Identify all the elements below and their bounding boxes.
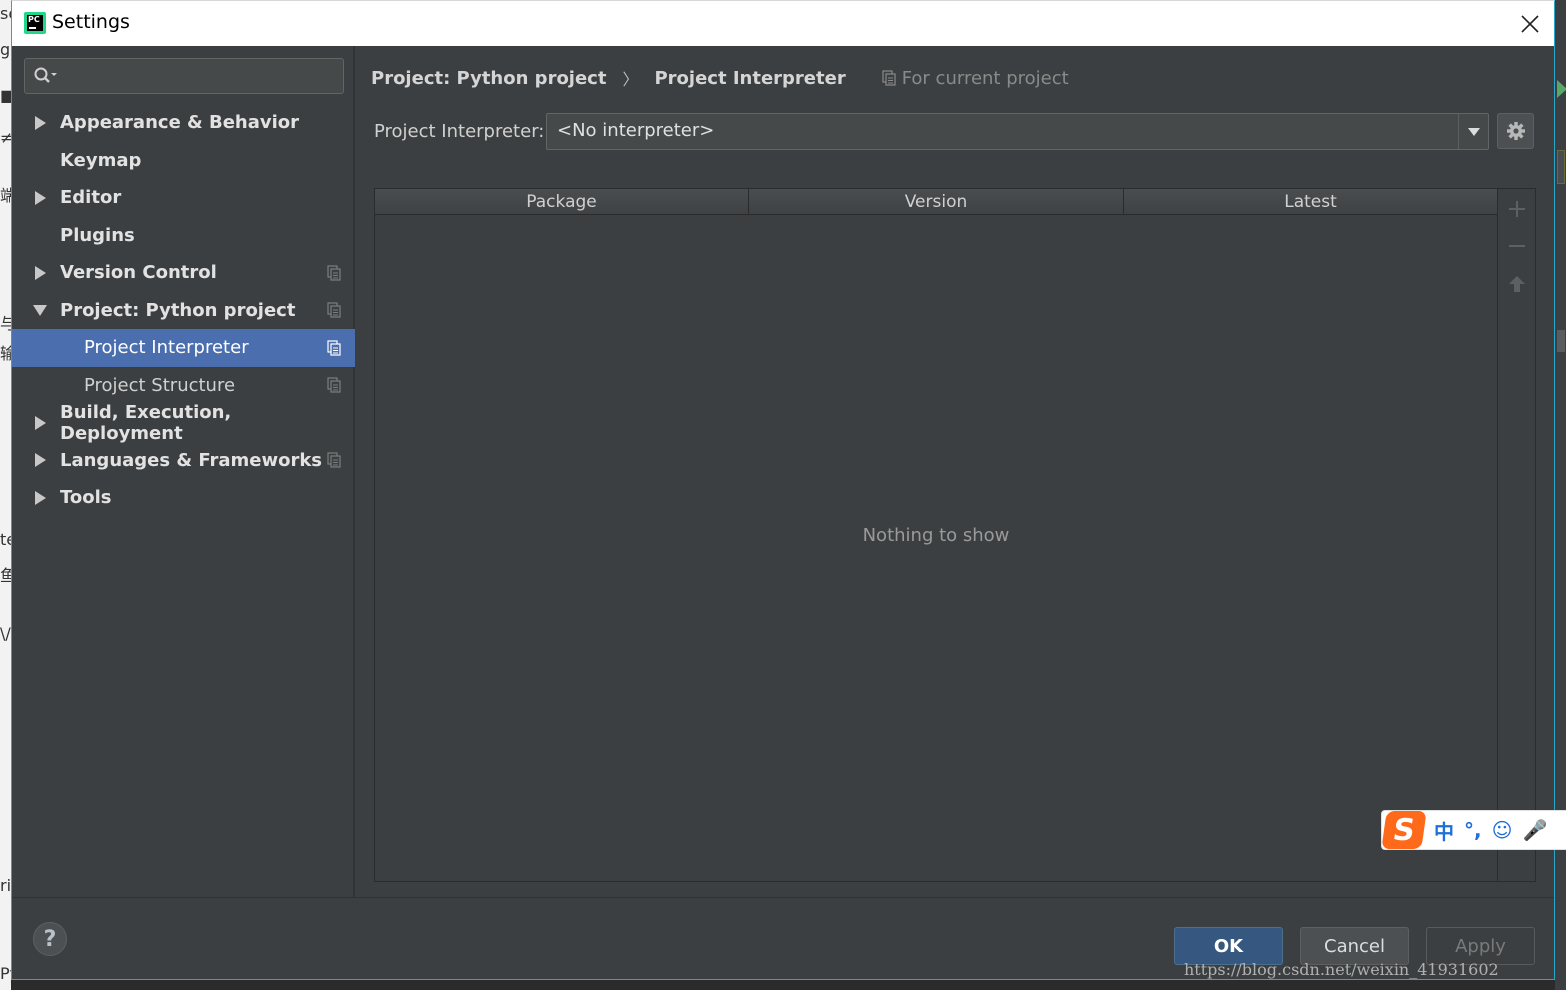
project-scope-icon [327, 452, 341, 468]
search-input[interactable] [24, 58, 344, 94]
sidebar-item-label: Tools [60, 487, 112, 509]
close-button[interactable] [1506, 1, 1554, 46]
expand-arrow-icon[interactable] [35, 490, 46, 505]
expand-arrow-icon[interactable] [35, 115, 46, 130]
settings-dialog: PC Settings Appearance & Behavior Keymap [11, 0, 1555, 980]
microphone-icon[interactable]: 🎤 [1522, 818, 1547, 842]
sidebar-item-label: Languages & Frameworks [60, 449, 323, 471]
sidebar-item-tools[interactable]: Tools [12, 479, 355, 517]
project-scope-icon [327, 302, 341, 318]
scope-text: For current project [901, 67, 1069, 89]
ime-punctuation-toggle[interactable]: °, [1464, 818, 1482, 842]
sidebar-item-label: Project: Python project [60, 299, 296, 321]
scope-hint: For current project [882, 68, 1069, 89]
project-scope-icon [327, 265, 341, 281]
sidebar-item-label: Version Control [60, 262, 217, 284]
sidebar-item-label: Plugins [60, 224, 135, 246]
settings-content: Project: Python project 〉 Project Interp… [357, 46, 1554, 897]
package-toolbar [1498, 188, 1536, 882]
sidebar-item-keymap[interactable]: Keymap [12, 142, 355, 180]
sidebar-item-label: Appearance & Behavior [60, 112, 300, 134]
breadcrumb-current: Project Interpreter [654, 67, 846, 89]
interpreter-label: Project Interpreter: [374, 121, 545, 142]
add-package-icon[interactable] [1508, 200, 1526, 218]
sidebar-item-appearance-behavior[interactable]: Appearance & Behavior [12, 104, 355, 142]
upgrade-package-icon[interactable] [1508, 275, 1526, 293]
window-title: Settings [52, 11, 130, 33]
help-icon: ? [43, 926, 57, 952]
breadcrumb-separator: 〉 [622, 70, 639, 89]
sidebar-item-plugins[interactable]: Plugins [12, 217, 355, 255]
sidebar-item-label: Project Structure [84, 374, 236, 396]
ime-mode-toggle[interactable]: 中 [1434, 816, 1454, 845]
sidebar-item-project-structure[interactable]: Project Structure [12, 367, 355, 405]
sidebar-item-project-interpreter[interactable]: Project Interpreter [12, 329, 355, 367]
empty-table-text: Nothing to show [862, 524, 1010, 546]
sidebar-item-version-control[interactable]: Version Control [12, 254, 355, 292]
interpreter-select[interactable]: <No interpreter> [546, 113, 1489, 150]
search-icon[interactable] [33, 66, 59, 86]
expand-arrow-icon[interactable] [35, 190, 46, 205]
sogou-logo-icon[interactable]: S [1381, 811, 1427, 849]
sidebar-item-label: Editor [60, 187, 122, 209]
interpreter-value: <No interpreter> [557, 120, 715, 141]
ime-toolbar: S 中 °, ☺ 🎤 [1381, 810, 1566, 850]
sidebar-item-label: Keymap [60, 149, 142, 171]
close-icon [1521, 14, 1539, 33]
pycharm-logo-icon: PC [24, 12, 46, 34]
expand-arrow-icon[interactable] [35, 415, 46, 430]
packages-table: Package Version Latest Nothing to show [374, 188, 1498, 882]
collapse-arrow-icon[interactable] [33, 305, 47, 317]
project-scope-icon [327, 377, 341, 393]
footer-divider [12, 897, 1554, 898]
sidebar-item-editor[interactable]: Editor [12, 179, 355, 217]
settings-tree: Appearance & Behavior Keymap Editor Plug… [12, 104, 355, 517]
watermark: https://blog.csdn.net/weixin_41931602 [1184, 960, 1499, 979]
sidebar-item-project[interactable]: Project: Python project [12, 292, 355, 330]
expand-arrow-icon[interactable] [35, 453, 46, 468]
sidebar-item-languages-frameworks[interactable]: Languages & Frameworks [12, 442, 355, 480]
title-bar: PC Settings [12, 1, 1554, 46]
project-scope-icon [327, 340, 341, 356]
breadcrumb: Project: Python project 〉 Project Interp… [371, 66, 1069, 90]
breadcrumb-parent[interactable]: Project: Python project [371, 68, 606, 89]
sidebar-item-label: Project Interpreter [84, 337, 249, 359]
dropdown-arrow-icon[interactable] [1458, 114, 1488, 149]
interpreter-settings-button[interactable] [1497, 113, 1534, 149]
sidebar-item-build-execution-deployment[interactable]: Build, Execution, Deployment [12, 401, 355, 444]
background-window-left: seg■≠ 端与输te 鱼\/riPy [0, 0, 11, 990]
expand-arrow-icon[interactable] [35, 265, 46, 280]
settings-sidebar: Appearance & Behavior Keymap Editor Plug… [12, 46, 355, 897]
project-scope-icon [882, 70, 896, 86]
gear-icon [1506, 122, 1525, 140]
sidebar-item-label: Build, Execution, Deployment [60, 401, 232, 444]
help-button[interactable]: ? [33, 922, 67, 956]
emoji-icon[interactable]: ☺ [1492, 818, 1513, 842]
remove-package-icon[interactable] [1508, 237, 1526, 255]
